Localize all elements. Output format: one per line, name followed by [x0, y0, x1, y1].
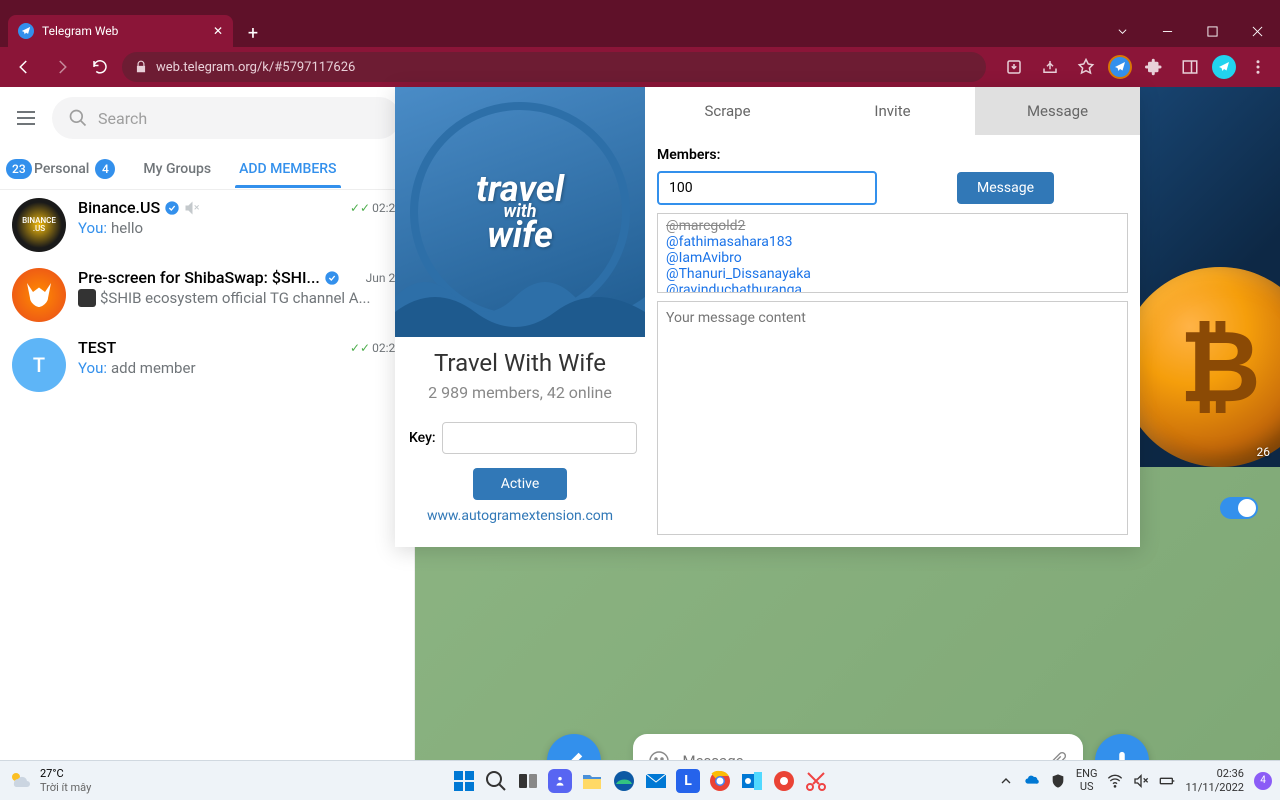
sidepanel-icon[interactable]	[1176, 53, 1204, 81]
outlook-icon[interactable]	[740, 769, 764, 793]
chevron-down-icon[interactable]	[1100, 15, 1145, 47]
group-subtitle: 2 989 members, 42 online	[409, 383, 631, 402]
install-icon[interactable]	[1000, 53, 1028, 81]
bitcoin-icon: ₿	[1120, 267, 1280, 467]
menu-icon[interactable]	[1244, 53, 1272, 81]
member-item[interactable]: @Thanuri_Dissanayaka	[666, 266, 1119, 282]
url-field[interactable]: web.telegram.org/k/#5797117626	[122, 52, 986, 82]
member-item[interactable]: @ravinduchathuranga	[666, 282, 1119, 293]
autogram-extension-icon[interactable]	[1108, 55, 1132, 79]
extension-link[interactable]: www.autogramextension.com	[395, 508, 645, 524]
key-label: Key:	[409, 430, 436, 446]
tab-invite[interactable]: Invite	[810, 87, 975, 135]
clock[interactable]: 02:3611/11/2022	[1185, 767, 1244, 793]
members-label: Members:	[657, 147, 1128, 163]
chat-test[interactable]: T TEST ✓✓ 02:26 You: add member	[0, 330, 414, 400]
notifications-badge[interactable]: 4	[1254, 772, 1272, 790]
telegram-favicon-icon	[18, 23, 34, 39]
member-item[interactable]: @fathimasahara183	[666, 234, 1119, 250]
all-badge: 23	[6, 159, 32, 179]
member-item[interactable]: @IamAvibro	[666, 250, 1119, 266]
read-checks-icon: ✓✓	[350, 341, 370, 355]
chat-shibaswap[interactable]: Pre-screen for ShibaSwap: $SHI... Jun 26…	[0, 260, 414, 330]
notifications-toggle[interactable]	[1220, 497, 1258, 519]
chrome-icon[interactable]	[708, 769, 732, 793]
tab-add-members[interactable]: ADD MEMBERS	[235, 151, 340, 187]
share-icon[interactable]	[1036, 53, 1064, 81]
muted-icon	[184, 200, 200, 216]
members-listbox[interactable]: @marcgold2 @fathimasahara183 @IamAvibro …	[657, 213, 1128, 293]
wave-icon	[395, 257, 645, 337]
chevron-up-icon[interactable]	[998, 773, 1014, 789]
members-count-input[interactable]	[657, 171, 877, 205]
message-button[interactable]: Message	[957, 172, 1054, 204]
edge-icon[interactable]	[612, 769, 636, 793]
teams-icon[interactable]	[548, 769, 572, 793]
forward-button[interactable]	[46, 51, 78, 83]
group-title: Travel With Wife	[409, 349, 631, 377]
search-input[interactable]: Search	[52, 97, 400, 139]
verified-icon	[164, 200, 180, 216]
start-icon[interactable]	[452, 769, 476, 793]
snipping-icon[interactable]	[804, 769, 828, 793]
avatar	[12, 268, 66, 322]
wifi-icon[interactable]	[1107, 773, 1123, 789]
battery-icon[interactable]	[1159, 773, 1175, 789]
browser-tab-row: Telegram Web ✕ +	[0, 12, 1280, 47]
message-timestamp: 26	[1257, 445, 1271, 459]
group-avatar-large: travelwithwife	[395, 87, 645, 337]
maximize-icon[interactable]	[1190, 15, 1235, 47]
extensions-icon[interactable]	[1140, 53, 1168, 81]
extension-popup: travelwithwife Travel With Wife 2 989 me…	[395, 87, 1140, 547]
windows-taskbar: 27°CTrời ít mây L ENGUS 02:3611/11/2022 …	[0, 760, 1280, 800]
weather-widget[interactable]: 27°CTrời ít mây	[8, 767, 91, 793]
tab-personal[interactable]: Personal 4	[30, 149, 119, 189]
avatar: BINANCE.US	[12, 198, 66, 252]
back-button[interactable]	[8, 51, 40, 83]
close-icon[interactable]: ✕	[213, 24, 223, 38]
tab-scrape[interactable]: Scrape	[645, 87, 810, 135]
address-bar: web.telegram.org/k/#5797117626	[0, 47, 1280, 87]
weather-icon	[8, 769, 32, 793]
onedrive-icon[interactable]	[1024, 773, 1040, 789]
tab-message[interactable]: Message	[975, 87, 1140, 135]
chat-binance[interactable]: BINANCE.US Binance.US ✓✓ 02:28 You: hell…	[0, 190, 414, 260]
url-text: web.telegram.org/k/#5797117626	[156, 60, 355, 75]
taskview-icon[interactable]	[516, 769, 540, 793]
window-titlebar	[0, 0, 1280, 12]
key-input[interactable]	[442, 422, 637, 454]
telegram-extension-icon[interactable]	[1212, 55, 1236, 79]
search-placeholder: Search	[98, 109, 147, 128]
close-window-icon[interactable]	[1235, 15, 1280, 47]
verified-icon	[324, 270, 340, 286]
hamburger-menu-icon[interactable]	[14, 106, 38, 130]
app-l-icon[interactable]: L	[676, 769, 700, 793]
bookmark-star-icon[interactable]	[1072, 53, 1100, 81]
message-textarea[interactable]	[657, 301, 1128, 535]
lang-indicator[interactable]: ENG	[1076, 768, 1098, 780]
thumbnail-icon	[78, 289, 96, 307]
lock-icon	[134, 60, 148, 74]
active-button[interactable]: Active	[473, 468, 568, 500]
folder-tabs: 23 Personal 4 My Groups ADD MEMBERS	[0, 149, 414, 190]
search-task-icon[interactable]	[484, 769, 508, 793]
member-item[interactable]: @marcgold2	[666, 218, 1119, 234]
security-icon[interactable]	[1050, 773, 1066, 789]
search-icon	[68, 108, 88, 128]
new-tab-button[interactable]: +	[239, 19, 267, 47]
tab-title: Telegram Web	[42, 24, 118, 38]
reload-button[interactable]	[84, 51, 116, 83]
minimize-icon[interactable]	[1145, 15, 1190, 47]
volume-icon[interactable]	[1133, 773, 1149, 789]
chrome-canary-icon[interactable]	[772, 769, 796, 793]
mail-icon[interactable]	[644, 769, 668, 793]
chat-sidebar: Search 23 Personal 4 My Groups ADD MEMBE…	[0, 87, 415, 800]
tab-my-groups[interactable]: My Groups	[139, 151, 215, 187]
browser-tab-active[interactable]: Telegram Web ✕	[8, 15, 233, 47]
window-controls	[1100, 15, 1280, 47]
read-checks-icon: ✓✓	[350, 201, 370, 215]
avatar: T	[12, 338, 66, 392]
explorer-icon[interactable]	[580, 769, 604, 793]
